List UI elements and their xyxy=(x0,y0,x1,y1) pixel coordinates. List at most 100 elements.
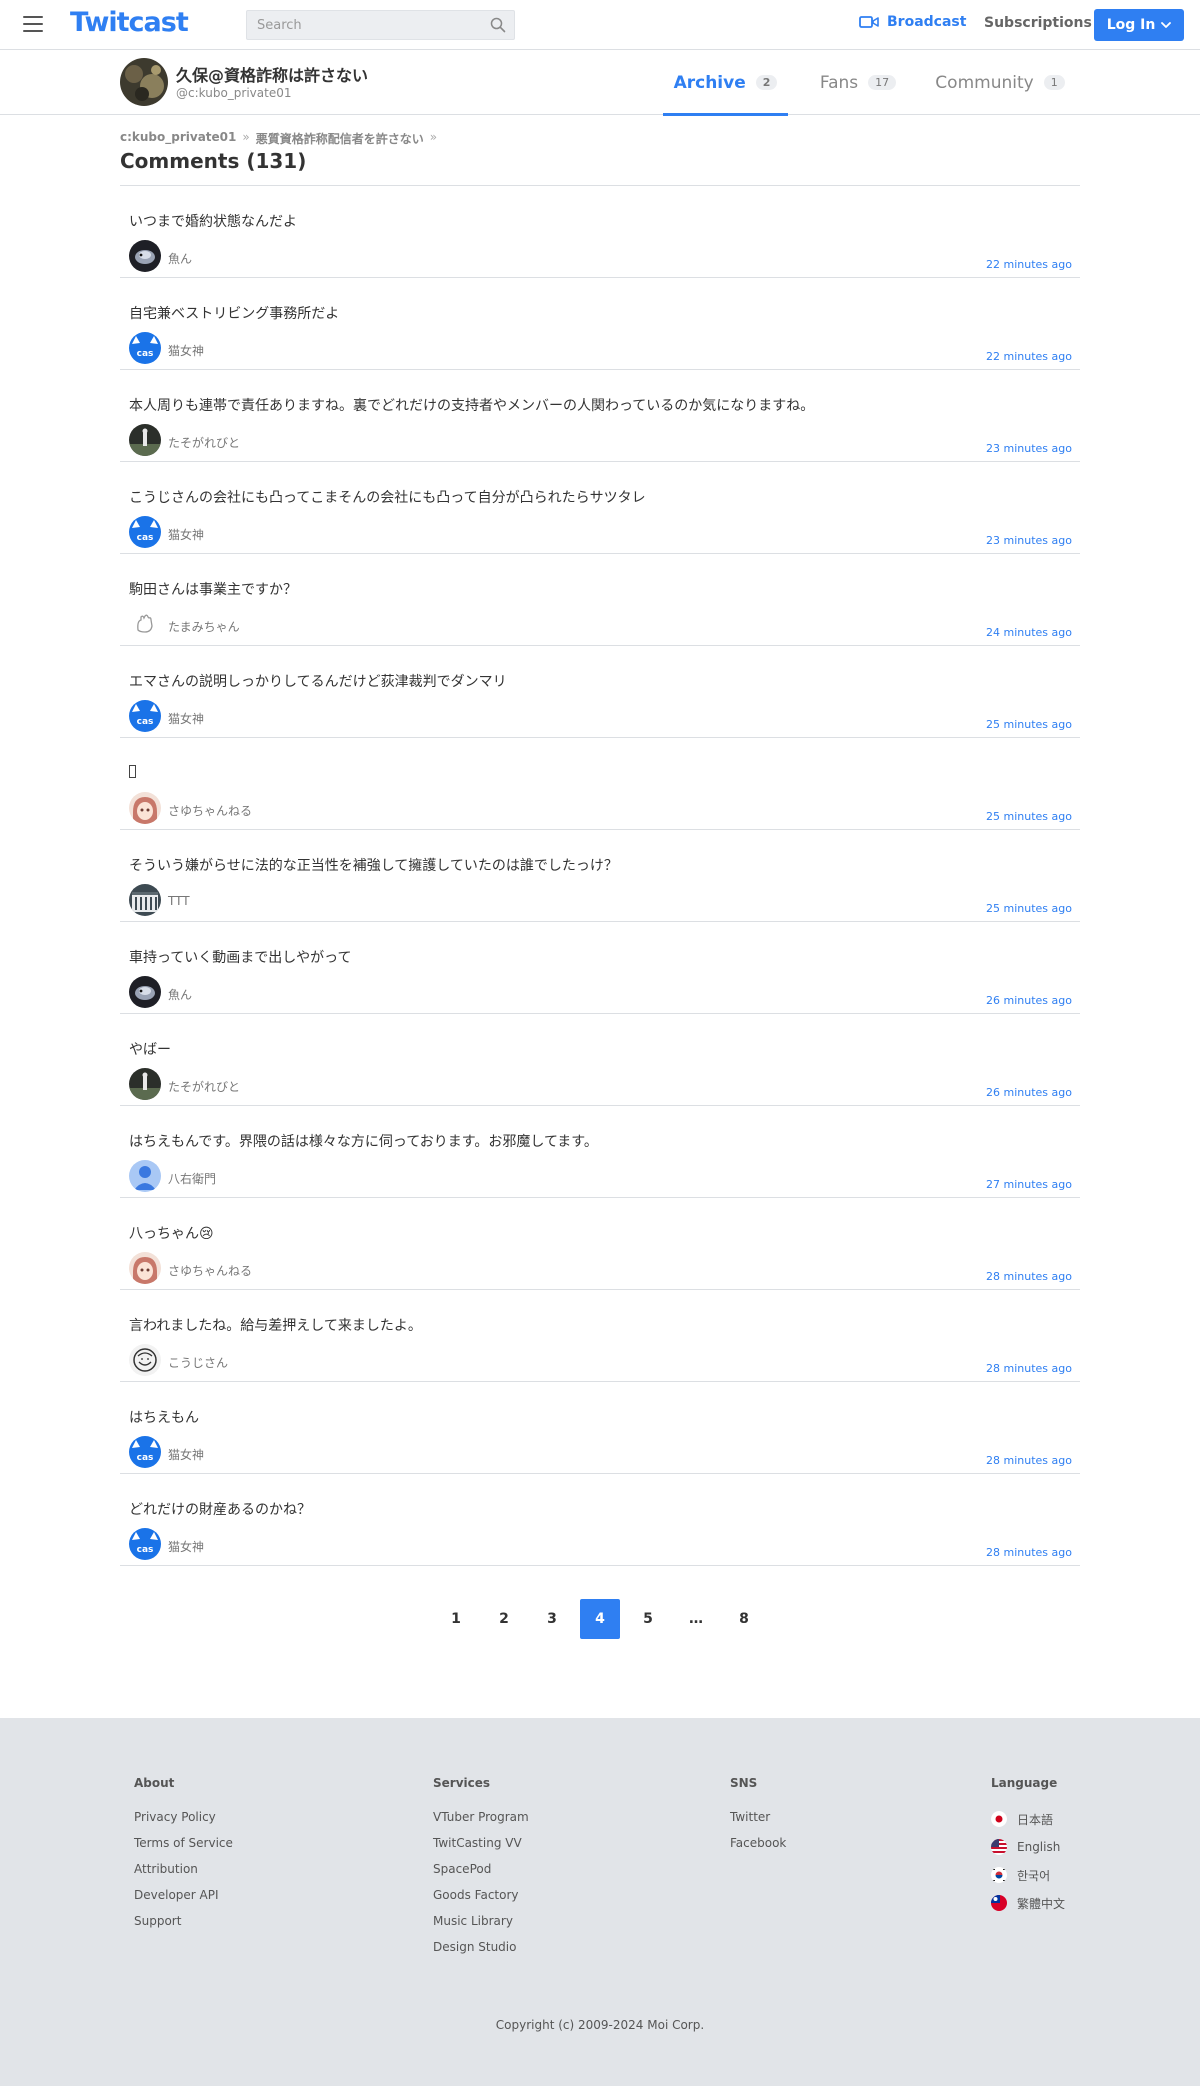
footer-link-twitcasting-vv[interactable]: TwitCasting VV xyxy=(433,1836,529,1852)
cas-cat-avatar[interactable]: cas xyxy=(129,516,161,548)
tab-community[interactable]: Community 1 xyxy=(930,50,1070,115)
dark-figure-avatar[interactable] xyxy=(129,424,161,456)
page-button-8[interactable]: 8 xyxy=(724,1599,764,1639)
footer-link-support[interactable]: Support xyxy=(134,1914,233,1930)
footer-link-vtuber[interactable]: VTuber Program xyxy=(433,1810,529,1826)
search-input[interactable] xyxy=(247,11,477,39)
comment-timestamp[interactable]: 23 minutes ago xyxy=(986,442,1072,455)
comment-timestamp[interactable]: 26 minutes ago xyxy=(986,994,1072,1007)
breadcrumb-separator: » xyxy=(242,130,250,144)
user-name[interactable]: 久保@資格詐称は許さない xyxy=(176,62,368,86)
comment-timestamp[interactable]: 26 minutes ago xyxy=(986,1086,1072,1099)
hand-wave-avatar[interactable] xyxy=(129,608,161,640)
subscriptions-link[interactable]: Subscriptions xyxy=(984,15,1092,31)
comment-timestamp[interactable]: 28 minutes ago xyxy=(986,1270,1072,1283)
comment-timestamp[interactable]: 27 minutes ago xyxy=(986,1178,1072,1191)
comment-timestamp[interactable]: 24 minutes ago xyxy=(986,626,1072,639)
breadcrumb-link-movie[interactable]: 悪質資格詐称配信者を許さない xyxy=(256,130,424,147)
comment-timestamp[interactable]: 25 minutes ago xyxy=(986,902,1072,915)
comment-text xyxy=(129,763,136,779)
footer-link-spacepod[interactable]: SpacePod xyxy=(433,1862,529,1878)
comment-row: 自宅兼ベストリビング事務所だよ cas 猫女神 22 minutes ago xyxy=(120,278,1080,370)
comment-timestamp[interactable]: 22 minutes ago xyxy=(986,258,1072,271)
footer-link-facebook[interactable]: Facebook xyxy=(730,1836,786,1852)
comment-username[interactable]: 猫女神 xyxy=(168,526,204,543)
comment-username[interactable]: こうじさん xyxy=(168,1354,228,1371)
pagination: 1 2 3 4 5 … 8 xyxy=(436,1599,764,1639)
footer-link-developer-api[interactable]: Developer API xyxy=(134,1888,233,1904)
cas-cat-avatar[interactable]: cas xyxy=(129,700,161,732)
comment-username[interactable]: さゆちゃんねる xyxy=(168,1262,252,1279)
hamburger-menu-icon[interactable] xyxy=(23,16,43,32)
site-logo[interactable]: Twitcast xyxy=(70,7,189,38)
cas-cat-avatar[interactable]: cas xyxy=(129,332,161,364)
comment-username[interactable]: 猫女神 xyxy=(168,342,204,359)
footer-link-terms[interactable]: Terms of Service xyxy=(134,1836,233,1852)
footer-link-design-studio[interactable]: Design Studio xyxy=(433,1940,529,1956)
building-avatar[interactable] xyxy=(129,884,161,916)
page-button-2[interactable]: 2 xyxy=(484,1599,524,1639)
svg-text:cas: cas xyxy=(137,349,154,359)
user-avatar[interactable] xyxy=(120,58,168,106)
comment-text: 車持っていく動画まで出しやがって xyxy=(129,950,352,966)
fish-avatar[interactable] xyxy=(129,976,161,1008)
comment-row: はちえもん cas 猫女神 28 minutes ago xyxy=(120,1382,1080,1474)
comment-timestamp[interactable]: 23 minutes ago xyxy=(986,534,1072,547)
comment-row: 八っちゃん😢 さゆちゃんねる 28 minutes ago xyxy=(120,1198,1080,1290)
comment-username[interactable]: たそがれびと xyxy=(168,1078,240,1095)
default-person-avatar[interactable] xyxy=(129,1160,161,1192)
comment-username[interactable]: 魚ん xyxy=(168,250,192,267)
search-icon[interactable] xyxy=(490,17,506,33)
comment-text: 言われましたね。給与差押えして来ましたよ。 xyxy=(129,1318,422,1334)
comment-timestamp[interactable]: 25 minutes ago xyxy=(986,718,1072,731)
footer-link-music-library[interactable]: Music Library xyxy=(433,1914,529,1930)
comment-username[interactable]: TTT xyxy=(168,894,190,908)
comment-row: 車持っていく動画まで出しやがって魚ん 26 minutes ago xyxy=(120,922,1080,1014)
comment-username[interactable]: たそがれびと xyxy=(168,434,240,451)
login-button[interactable]: Log In xyxy=(1094,9,1184,41)
comment-username[interactable]: たまみちゃん xyxy=(168,618,240,635)
footer-link-attribution[interactable]: Attribution xyxy=(134,1862,233,1878)
language-option-korean[interactable]: 한국어 xyxy=(991,1866,1065,1884)
language-option-english[interactable]: English xyxy=(991,1838,1065,1856)
comment-username[interactable]: さゆちゃんねる xyxy=(168,802,252,819)
comment-username[interactable]: 猫女神 xyxy=(168,710,204,727)
login-label: Log In xyxy=(1106,17,1156,33)
japan-flag-icon xyxy=(991,1811,1007,1827)
dark-figure-avatar[interactable] xyxy=(129,1068,161,1100)
footer-link-privacy[interactable]: Privacy Policy xyxy=(134,1810,233,1826)
language-option-japanese[interactable]: 日本語 xyxy=(991,1810,1065,1828)
footer-heading: SNS xyxy=(730,1776,758,1790)
comment-username[interactable]: 猫女神 xyxy=(168,1446,204,1463)
comment-timestamp[interactable]: 28 minutes ago xyxy=(986,1546,1072,1559)
page-button-5[interactable]: 5 xyxy=(628,1599,668,1639)
tab-fans[interactable]: Fans 17 xyxy=(808,50,908,115)
cas-cat-avatar[interactable]: cas xyxy=(129,1528,161,1560)
comment-timestamp[interactable]: 28 minutes ago xyxy=(986,1362,1072,1375)
comment-timestamp[interactable]: 28 minutes ago xyxy=(986,1454,1072,1467)
footer-link-twitter[interactable]: Twitter xyxy=(730,1810,786,1826)
page-button-3[interactable]: 3 xyxy=(532,1599,572,1639)
page-button-4[interactable]: 4 xyxy=(580,1599,620,1639)
comment-text: いつまで婚約状態なんだよ xyxy=(129,214,297,230)
page-button-1[interactable]: 1 xyxy=(436,1599,476,1639)
comment-username[interactable]: 魚ん xyxy=(168,986,192,1003)
comment-username[interactable]: 猫女神 xyxy=(168,1538,204,1555)
language-option-traditional-chinese[interactable]: 繁體中文 xyxy=(991,1894,1065,1912)
footer-link-goods-factory[interactable]: Goods Factory xyxy=(433,1888,529,1904)
breadcrumb-link-user[interactable]: c:kubo_private01 xyxy=(120,130,236,147)
comment-username[interactable]: 八右衛門 xyxy=(168,1170,216,1187)
comment-timestamp[interactable]: 25 minutes ago xyxy=(986,810,1072,823)
usa-flag-icon xyxy=(991,1839,1007,1855)
comment-row: そういう嫌がらせに法的な正当性を補強して擁護していたのは誰でしたっけ？ TTT 25… xyxy=(120,830,1080,922)
sketch-avatar[interactable] xyxy=(129,1344,161,1376)
cas-cat-avatar[interactable]: cas xyxy=(129,1436,161,1468)
anime-girl-avatar[interactable] xyxy=(129,1252,161,1284)
broadcast-link[interactable]: Broadcast xyxy=(859,14,966,30)
comment-row: 本人周りも連帯で責任ありますね。裏でどれだけの支持者やメンバーの人関わっているの… xyxy=(120,370,1080,462)
comment-timestamp[interactable]: 22 minutes ago xyxy=(986,350,1072,363)
comment-text: エマさんの説明しっかりしてるんだけど荻津裁判でダンマリ xyxy=(129,674,507,690)
tab-archive[interactable]: Archive 2 xyxy=(663,50,788,116)
fish-avatar[interactable] xyxy=(129,240,161,272)
anime-girl-avatar[interactable] xyxy=(129,792,161,824)
